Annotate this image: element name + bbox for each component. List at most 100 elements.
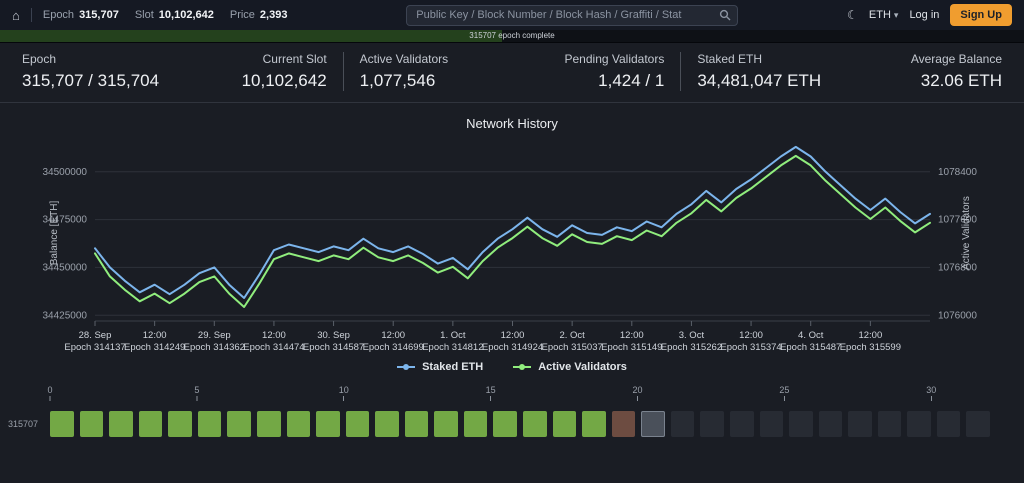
slot-squares-row bbox=[50, 411, 990, 437]
y-left-tick-label: 34500000 bbox=[43, 167, 88, 178]
stat-staked-eth: Staked ETH 34,481,047 ETH bbox=[697, 52, 821, 91]
stats-group-1: Epoch 315,707 / 315,704 Current Slot 10,… bbox=[6, 52, 343, 91]
login-link[interactable]: Log in bbox=[909, 9, 939, 21]
x-tick-date: 12:00 bbox=[501, 330, 525, 341]
x-tick-epoch: Epoch 315599 bbox=[840, 342, 901, 353]
search-icon[interactable] bbox=[719, 9, 731, 24]
stat-label: Staked ETH bbox=[697, 52, 763, 66]
slot-square-proposed[interactable] bbox=[168, 411, 192, 437]
slot-square-proposed[interactable] bbox=[404, 411, 429, 437]
slot-square-proposed[interactable] bbox=[523, 411, 547, 437]
slot-square-proposed[interactable] bbox=[138, 411, 163, 437]
x-tick-date: 12:00 bbox=[620, 330, 644, 341]
x-tick-epoch: Epoch 314699 bbox=[363, 342, 424, 353]
x-tick-epoch: Epoch 314137 bbox=[64, 342, 125, 353]
slot-square-scheduled[interactable] bbox=[848, 411, 872, 437]
y-left-tick-label: 34425000 bbox=[43, 310, 88, 321]
slot-ruler-tick: 20 bbox=[632, 385, 643, 401]
x-tick-date: 29. Sep bbox=[198, 330, 231, 341]
x-tick-date: 3. Oct bbox=[679, 330, 705, 341]
slot-square-scheduled[interactable] bbox=[670, 411, 695, 437]
x-tick-date: 30. Sep bbox=[317, 330, 350, 341]
slot-square-proposed[interactable] bbox=[493, 411, 517, 437]
y-left-axis-title: Balance [ETH] bbox=[49, 201, 60, 266]
nav-price-value: 2,393 bbox=[259, 9, 288, 21]
dark-mode-icon[interactable]: ☾ bbox=[847, 8, 858, 22]
nav-epoch[interactable]: Epoch 315,707 bbox=[43, 9, 119, 21]
slot-square-scheduled[interactable] bbox=[936, 411, 961, 437]
stat-value: 34,481,047 ETH bbox=[697, 71, 822, 90]
x-tick-date: 12:00 bbox=[143, 330, 167, 341]
stat-epoch: Epoch 315,707 / 315,704 bbox=[22, 52, 159, 91]
slot-square-scheduled[interactable] bbox=[877, 411, 902, 437]
currency-dropdown[interactable]: ETH ▾ bbox=[869, 9, 899, 21]
slot-ruler-tick: 15 bbox=[486, 385, 496, 401]
slot-square-scheduled[interactable] bbox=[700, 411, 724, 437]
slot-square-current[interactable] bbox=[641, 411, 665, 437]
legend-item-active-validators[interactable]: Active Validators bbox=[513, 361, 627, 373]
slot-square-proposed[interactable] bbox=[375, 411, 399, 437]
slot-square-proposed[interactable] bbox=[316, 411, 340, 437]
slot-square-proposed[interactable] bbox=[286, 411, 311, 437]
nav-price-label: Price bbox=[229, 9, 255, 21]
slot-square-proposed[interactable] bbox=[197, 411, 222, 437]
x-tick-date: 12:00 bbox=[381, 330, 405, 341]
slot-ruler-tick: 25 bbox=[779, 385, 789, 401]
slot-ruler-tick: 0 bbox=[47, 385, 53, 401]
series-line-active-validators bbox=[94, 154, 931, 308]
stat-label: Average Balance bbox=[910, 52, 1003, 66]
chart-title: Network History bbox=[466, 116, 558, 131]
legend-label: Active Validators bbox=[538, 361, 627, 373]
chart-canvas[interactable]: 34425000 107600034450000 107680034475000 10… bbox=[0, 133, 1024, 361]
series-line-staked-eth bbox=[94, 145, 931, 299]
slot-square-proposed[interactable] bbox=[79, 411, 104, 437]
x-tick-date: 4. Oct bbox=[798, 330, 824, 341]
legend-symbol bbox=[513, 364, 532, 370]
slot-square-proposed[interactable] bbox=[463, 411, 488, 437]
slot-square-scheduled[interactable] bbox=[759, 411, 784, 437]
nav-slot[interactable]: Slot 10,102,642 bbox=[135, 9, 214, 21]
nav-slot-value: 10,102,642 bbox=[158, 9, 214, 21]
legend-item-staked-eth[interactable]: Staked ETH bbox=[397, 361, 483, 373]
y-right-tick-label: 1076000 bbox=[938, 310, 977, 321]
slot-square-proposed[interactable] bbox=[256, 411, 281, 437]
x-tick-epoch: Epoch 315262 bbox=[661, 342, 722, 353]
stat-pending-validators: Pending Validators 1,424 / 1 bbox=[565, 52, 665, 91]
slot-square-scheduled[interactable] bbox=[818, 411, 843, 437]
stats-bar: Epoch 315,707 / 315,704 Current Slot 10,… bbox=[0, 43, 1024, 103]
slot-square-proposed[interactable] bbox=[109, 411, 133, 437]
slot-square-scheduled[interactable] bbox=[966, 411, 990, 437]
slot-square-proposed[interactable] bbox=[582, 411, 606, 437]
slot-square-scheduled[interactable] bbox=[729, 411, 754, 437]
slot-ruler-tick: 5 bbox=[194, 385, 199, 401]
x-tick-epoch: Epoch 314587 bbox=[303, 342, 364, 353]
slot-square-missed[interactable] bbox=[611, 411, 636, 437]
x-tick-date: 28. Sep bbox=[79, 330, 112, 341]
home-icon[interactable]: ⌂ bbox=[12, 9, 20, 22]
slot-square-proposed[interactable] bbox=[50, 411, 74, 437]
progress-text: 315707 epoch complete bbox=[469, 31, 555, 40]
stat-label: Pending Validators bbox=[564, 52, 665, 66]
slot-square-proposed[interactable] bbox=[552, 411, 577, 437]
network-history-chart[interactable]: 34425000 1076000 34450000 1076800 34475000 10… bbox=[0, 133, 1024, 361]
x-tick-epoch: Epoch 315374 bbox=[720, 342, 781, 353]
signup-button[interactable]: Sign Up bbox=[950, 4, 1012, 26]
search-input[interactable] bbox=[406, 4, 739, 26]
nav-epoch-value: 315,707 bbox=[79, 9, 119, 21]
chevron-down-icon: ▾ bbox=[893, 9, 899, 20]
stat-value: 1,424 / 1 bbox=[598, 71, 665, 90]
stats-group-2: Active Validators 1,077,546 Pending Vali… bbox=[342, 52, 681, 91]
stat-value: 10,102,642 bbox=[241, 71, 327, 90]
slot-square-scheduled[interactable] bbox=[907, 411, 931, 437]
slot-square-proposed[interactable] bbox=[227, 411, 251, 437]
stat-average-balance: Average Balance 32.06 ETH bbox=[911, 52, 1002, 91]
x-tick-epoch: Epoch 315149 bbox=[601, 342, 662, 353]
slot-square-proposed[interactable] bbox=[434, 411, 458, 437]
chart-legend: Staked ETH Active Validators bbox=[0, 361, 1024, 373]
slot-ruler-tick: 30 bbox=[926, 385, 936, 401]
top-navbar: ⌂ Epoch 315,707 Slot 10,102,642 Price 2,… bbox=[0, 0, 1024, 30]
epoch-slot-strip: 315707 0 5 10 15 20 25 30 bbox=[0, 385, 1024, 437]
slot-square-scheduled[interactable] bbox=[789, 411, 813, 437]
nav-price[interactable]: Price 2,393 bbox=[230, 9, 288, 21]
slot-square-proposed[interactable] bbox=[345, 411, 370, 437]
